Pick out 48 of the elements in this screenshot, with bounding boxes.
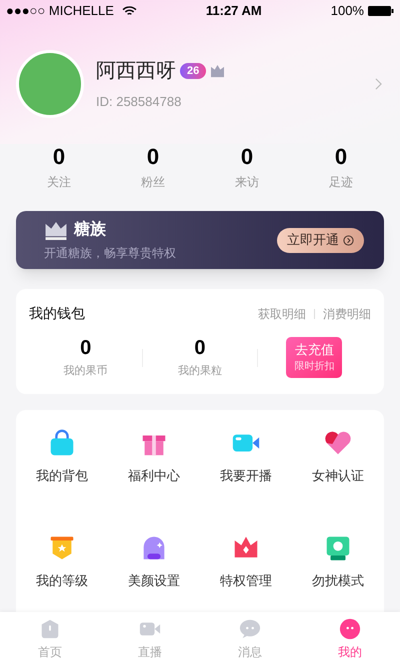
- battery-icon: [368, 5, 394, 17]
- stat-value: 0: [334, 144, 348, 170]
- detail-link[interactable]: 获取明细: [258, 304, 306, 322]
- recharge-button[interactable]: 去充值 限时折扣: [286, 337, 342, 378]
- menu-label[interactable]: 我的背包: [36, 466, 88, 485]
- stat-label[interactable]: 足迹: [329, 173, 353, 191]
- balance-label: 我的果币: [64, 364, 108, 379]
- discount-note: 限时折扣: [294, 360, 334, 374]
- wifi-icon: [122, 6, 137, 16]
- battery-percent: 100%: [330, 2, 364, 20]
- menu-label[interactable]: 女神认证: [312, 466, 364, 485]
- home-icon: [39, 618, 61, 640]
- balance-label: 我的果粒: [178, 364, 222, 379]
- menu-label[interactable]: 美颜设置: [128, 570, 180, 590]
- tab-item[interactable]: 消息: [200, 612, 300, 666]
- balance-value: 0: [80, 336, 92, 360]
- carrier-name: ●●●○○ MICHELLE: [6, 2, 114, 20]
- user-name: 阿西西呀: [96, 59, 176, 84]
- menu-label[interactable]: 我要开播: [220, 466, 272, 485]
- menu-label[interactable]: 福利中心: [128, 466, 180, 485]
- menu-label[interactable]: 勿扰模式: [312, 570, 364, 590]
- vip-subtitle: 开通糖族，畅享尊贵特权: [44, 245, 177, 262]
- menu-label[interactable]: 我的等级: [36, 570, 88, 590]
- face-icon: [339, 618, 361, 640]
- stat-label[interactable]: 来访: [235, 173, 259, 191]
- stat-label[interactable]: 关注: [47, 173, 71, 191]
- recharge-label: 去充值: [294, 342, 334, 358]
- stat-value: 0: [240, 144, 254, 170]
- detail-link[interactable]: 消费明细: [323, 304, 371, 322]
- tab-item[interactable]: 我的: [300, 612, 400, 666]
- stat-value: 0: [146, 144, 160, 170]
- vip-title: 糖族: [74, 219, 106, 240]
- level-badge: 26: [180, 63, 206, 80]
- crown-icon: [210, 64, 226, 78]
- user-id: ID: 258584788: [96, 93, 182, 112]
- balance-value: 0: [194, 336, 206, 360]
- chevron-circle-icon: [343, 234, 354, 246]
- menu-label[interactable]: 特权管理: [220, 570, 272, 590]
- tab-item[interactable]: 直播: [100, 612, 200, 666]
- open-vip-button[interactable]: 立即开通: [277, 228, 364, 252]
- tab-item[interactable]: 首页: [0, 612, 100, 666]
- wallet-title: 我的钱包: [29, 304, 85, 323]
- vip-banner[interactable]: 糖族 开通糖族，畅享尊贵特权 立即开通: [16, 211, 384, 269]
- chat-bubble-icon: [239, 618, 261, 640]
- crown-icon: [44, 220, 68, 240]
- clock-time: 11:27 AM: [206, 2, 262, 20]
- stat-value: 0: [52, 144, 66, 170]
- stat-label[interactable]: 粉丝: [141, 173, 165, 191]
